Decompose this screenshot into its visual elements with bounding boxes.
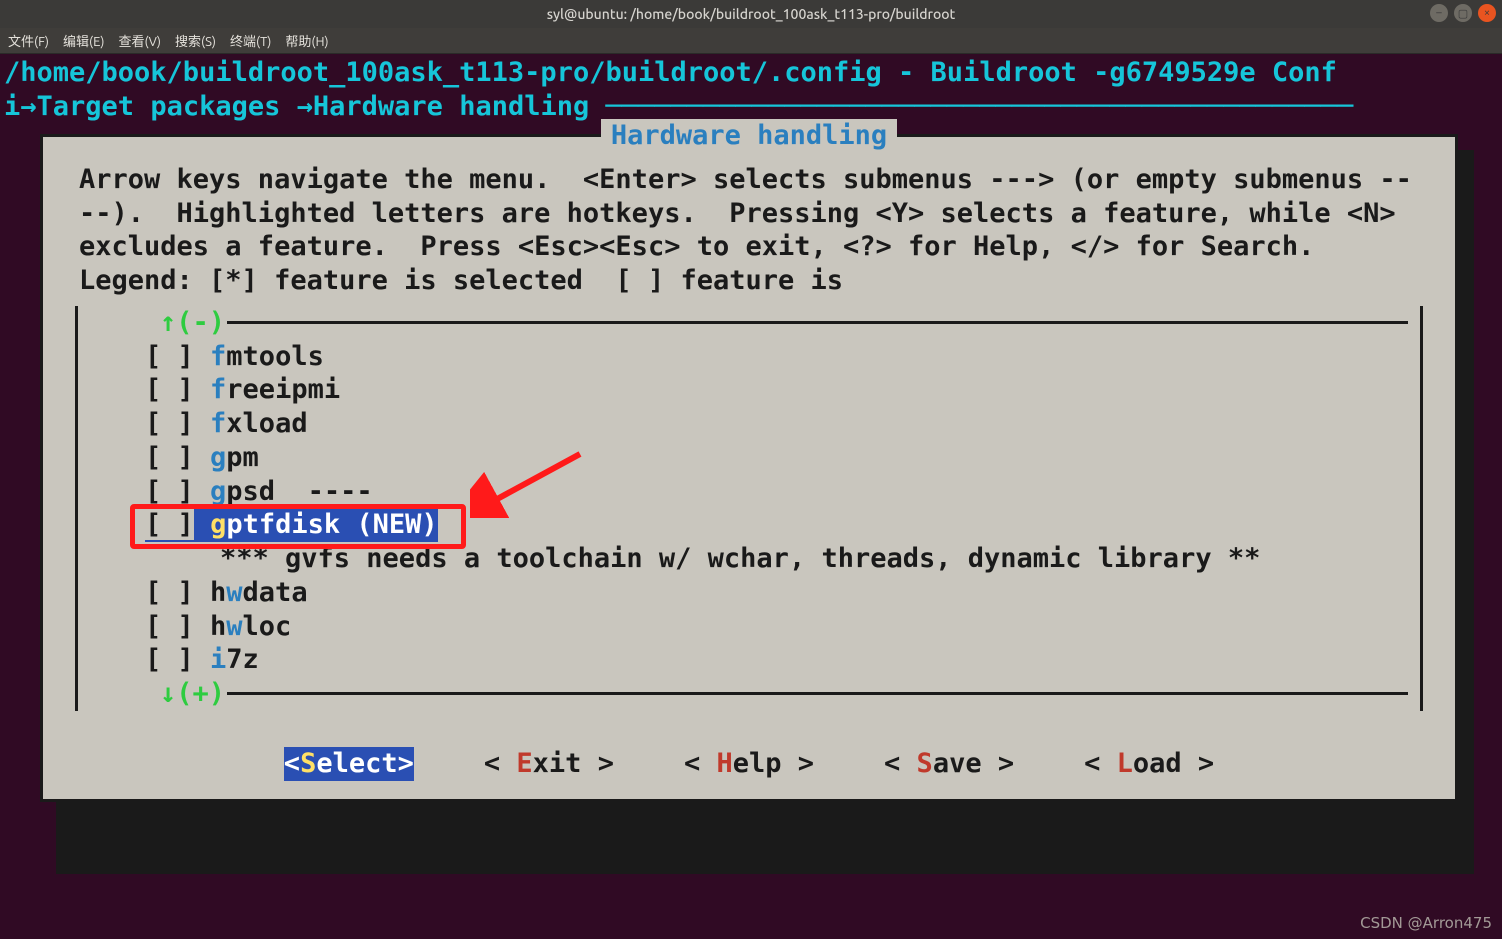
list-item: *** gvfs needs a toolchain w/ wchar, thr…: [90, 542, 1408, 576]
minimize-button[interactable]: –: [1430, 4, 1448, 22]
menu-search[interactable]: 搜索(S): [175, 31, 216, 50]
window-controls: – ▢ ×: [1430, 4, 1496, 22]
scroll-down-indicator[interactable]: ↓(+): [88, 677, 227, 711]
arrow-icon: →: [20, 91, 36, 122]
list-top-border: ↑(-): [90, 306, 1408, 340]
watermark-text: CSDN @Arron475: [1360, 914, 1492, 933]
help-button[interactable]: < Help >: [684, 747, 814, 781]
list-item[interactable]: [ ] hwdata: [90, 576, 1408, 610]
load-button[interactable]: < Load >: [1084, 747, 1214, 781]
list-item[interactable]: [ ] freeipmi: [90, 373, 1408, 407]
scroll-up-indicator[interactable]: ↑(-): [88, 306, 227, 340]
maximize-button[interactable]: ▢: [1454, 4, 1472, 22]
horizontal-rule: ────────────────────────────────────────…: [606, 91, 1354, 122]
option-list-panel: ↑(-) [ ] fmtools[ ] freeipmi[ ] fxload[ …: [75, 306, 1423, 711]
list-item[interactable]: [ ] gptfdisk (NEW): [145, 508, 438, 542]
list-item[interactable]: [ ] gpsd ----: [90, 475, 1408, 509]
arrow-icon: →: [297, 91, 313, 122]
option-list[interactable]: [ ] fmtools[ ] freeipmi[ ] fxload[ ] gpm…: [90, 340, 1408, 678]
list-item[interactable]: [ ] i7z: [90, 643, 1408, 677]
save-button[interactable]: < Save >: [884, 747, 1014, 781]
menu-help[interactable]: 帮助(H): [285, 31, 328, 50]
list-item[interactable]: [ ] gpm: [90, 441, 1408, 475]
menu-view[interactable]: 查看(V): [119, 31, 161, 50]
window-titlebar: syl@ubuntu: /home/book/buildroot_100ask_…: [0, 0, 1502, 28]
dialog-title-row: Hardware handling: [71, 119, 1427, 153]
window-title: syl@ubuntu: /home/book/buildroot_100ask_…: [547, 6, 956, 22]
list-item[interactable]: [ ] fxload: [90, 407, 1408, 441]
menu-edit[interactable]: 编辑(E): [63, 31, 104, 50]
app-menubar: 文件(F) 编辑(E) 查看(V) 搜索(S) 终端(T) 帮助(H): [0, 28, 1502, 54]
menu-terminal[interactable]: 终端(T): [230, 31, 271, 50]
menu-file[interactable]: 文件(F): [8, 31, 49, 50]
terminal-viewport[interactable]: /home/book/buildroot_100ask_t113-pro/bui…: [0, 54, 1502, 939]
menuconfig-dialog: Hardware handling Arrow keys navigate th…: [40, 134, 1458, 802]
list-item[interactable]: [ ] fmtools: [90, 340, 1408, 374]
list-bottom-border: ↓(+): [90, 677, 1408, 711]
dialog-title: Hardware handling: [601, 119, 897, 153]
select-button[interactable]: <Select>: [284, 747, 414, 781]
config-file-path: /home/book/buildroot_100ask_t113-pro/bui…: [4, 56, 1498, 90]
dialog-button-row: <Select> < Exit > < Help > < Save > < Lo…: [71, 747, 1427, 781]
dialog-help-text: Arrow keys navigate the menu. <Enter> se…: [79, 163, 1419, 298]
list-item[interactable]: [ ] hwloc: [90, 610, 1408, 644]
exit-button[interactable]: < Exit >: [484, 747, 614, 781]
close-button[interactable]: ×: [1478, 4, 1496, 22]
